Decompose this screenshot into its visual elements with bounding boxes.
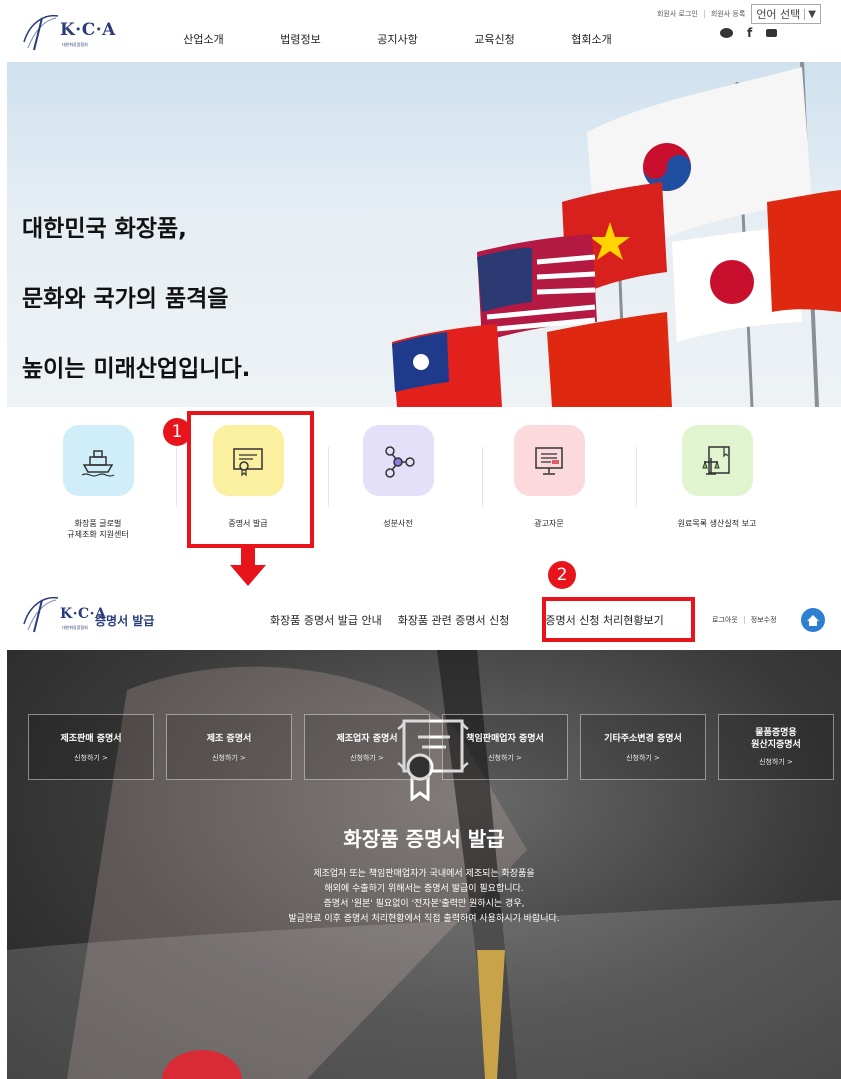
top-header: K·C·A 대한화장품협회 회원사 로그인 회원사 등록 언어 선택 ▼ 산업소… (0, 0, 841, 62)
arrow-down-icon (230, 548, 266, 586)
card-address-change-certificate[interactable]: 기타주소변경 증명서 신청하기 > (580, 714, 706, 780)
monitor-icon (535, 446, 563, 475)
card-apply-link[interactable]: 신청하기 > (305, 753, 429, 763)
quick-menu-tile (681, 425, 753, 496)
member-login-link[interactable]: 회원사 로그인 (657, 9, 698, 19)
quick-menu-tile (362, 425, 434, 496)
quick-menu-label: 광고자문 (534, 519, 564, 528)
nav-item-certificate-apply[interactable]: 화장품 관련 증명서 신청 (398, 612, 510, 628)
main-nav: 산업소개 법령정보 공지사항 교육신청 협회소개 (155, 31, 640, 47)
utility-links: 회원사 로그인 회원사 등록 언어 선택 ▼ (657, 4, 821, 24)
card-manufacture-sale-certificate[interactable]: 제조판매 증명서 신청하기 > (28, 714, 154, 780)
divider (636, 447, 637, 507)
card-title: 물품증명용 원산지증명서 (751, 728, 801, 750)
language-select-label: 언어 선택 (756, 8, 801, 21)
card-responsible-seller-certificate[interactable]: 책임판매업자 증명서 신청하기 > (442, 714, 568, 780)
description-line: 발급완료 이후 증명서 처리현황에서 직접 출력하여 사용하시기 바랍니다. (288, 914, 560, 924)
description-line: 해외에 수출하기 위해서는 증명서 발급이 필요합니다. (324, 884, 524, 894)
nav-item-certificate-guide[interactable]: 화장품 증명서 발급 안내 (270, 612, 382, 628)
card-apply-link[interactable]: 신청하기 > (719, 757, 833, 767)
molecule-icon (385, 445, 415, 478)
divider (743, 616, 745, 624)
card-title: 제조판매 증명서 (60, 734, 122, 744)
card-origin-certificate[interactable]: 물품증명용 원산지증명서 신청하기 > (718, 714, 834, 780)
card-apply-link[interactable]: 신청하기 > (29, 753, 153, 763)
card-title: 책임판매업자 증명서 (466, 734, 544, 744)
card-apply-link[interactable]: 신청하기 > (167, 753, 291, 763)
certificate-banner-description: 제조업자 또는 책임판매업자가 국내에서 제조되는 화장품을 해외에 수출하기 … (7, 867, 841, 927)
edit-profile-link[interactable]: 정보수정 (751, 615, 777, 625)
certificate-site-header: K·C·A 대한화장품협회 증명서 발급 화장품 증명서 발급 안내 화장품 관… (0, 590, 841, 650)
highlight-status-box (542, 597, 695, 642)
nav-item-law[interactable]: 법령정보 (252, 31, 349, 47)
description-line: 제조업자 또는 책임판매업자가 국내에서 제조되는 화장품을 (313, 869, 535, 879)
nav-item-industry[interactable]: 산업소개 (155, 31, 252, 47)
divider (703, 10, 705, 18)
language-select[interactable]: 언어 선택 ▼ (751, 4, 821, 24)
quick-menu-tile (513, 425, 585, 496)
caret-down-icon: ▼ (804, 8, 816, 20)
step-badge-2: 2 (548, 561, 576, 589)
hero-title-line: 문화와 국가의 품격을 (22, 286, 229, 312)
hero-title-line: 높이는 미래산업입니다. (22, 356, 251, 382)
card-apply-link[interactable]: 신청하기 > (581, 753, 705, 763)
highlight-certificate-box (187, 411, 314, 548)
card-manufacture-certificate[interactable]: 제조 증명서 신청하기 > (166, 714, 292, 780)
ship-icon (81, 449, 115, 477)
quick-menu-item-raw-material-report[interactable]: 원료목록 생산실적 보고 (642, 425, 792, 529)
hero-title-line: 대한민국 화장품, (22, 216, 187, 242)
card-apply-link[interactable]: 신청하기 > (443, 753, 567, 763)
kca-swoosh-icon (23, 596, 59, 633)
description-line: 증명서 '원본' 필요없이 '전자본'출력만 원하시는 경우, (323, 899, 525, 909)
account-links: 로그아웃 정보수정 (712, 615, 777, 625)
kca-logo[interactable]: K·C·A 대한화장품협회 (20, 12, 120, 52)
home-icon (807, 614, 819, 626)
quick-menu-label: 화장품 글로벌 규제조화 지원센터 (67, 519, 129, 539)
quick-menu-label: 원료목록 생산실적 보고 (677, 519, 757, 528)
logo-text: K·C·A (60, 20, 116, 40)
book-scale-icon (702, 445, 730, 475)
certificate-banner-title: 화장품 증명서 발급 (343, 827, 505, 851)
member-register-link[interactable]: 회원사 등록 (711, 9, 745, 19)
facebook-icon[interactable]: f (747, 26, 752, 40)
nav-item-notice[interactable]: 공지사항 (349, 31, 446, 47)
logo-subtitle: 대한화장품협회 (62, 42, 88, 47)
quick-menu-tile (62, 425, 134, 496)
quick-menu-label: 성분사전 (383, 519, 413, 528)
certificate-site-title: 증명서 발급 (95, 614, 155, 628)
step-badge-1: 1 (163, 418, 191, 446)
quick-menu-item-global-regulation[interactable]: 화장품 글로벌 규제조화 지원센터 (23, 425, 173, 540)
nav-item-about[interactable]: 협회소개 (543, 31, 640, 47)
quick-menu-item-ad-consulting[interactable]: 광고자문 (474, 425, 624, 529)
nav-item-education[interactable]: 교육신청 (446, 31, 543, 47)
youtube-icon[interactable] (766, 29, 778, 37)
logout-link[interactable]: 로그아웃 (712, 615, 738, 625)
card-title: 제조업자 증명서 (336, 734, 398, 744)
home-button[interactable] (801, 608, 825, 632)
quick-menu: 화장품 글로벌 규제조화 지원센터 증명서 발급 성분사전 광고자문 원료목록 … (0, 407, 841, 552)
card-manufacturer-certificate[interactable]: 제조업자 증명서 신청하기 > (304, 714, 430, 780)
hero-title: 대한민국 화장품, 문화와 국가의 품격을 높이는 미래산업입니다. (22, 177, 250, 407)
social-links: f (720, 26, 778, 40)
card-title: 기타주소변경 증명서 (604, 734, 682, 744)
kca-swoosh-icon (23, 14, 59, 51)
blog-icon[interactable] (720, 28, 733, 38)
quick-menu-item-ingredient-dictionary[interactable]: 성분사전 (323, 425, 473, 529)
logo-subtitle: 대한화장품협회 (62, 625, 88, 630)
card-title: 제조 증명서 (206, 734, 252, 744)
hero-banner: 대한민국 화장품, 문화와 국가의 품격을 높이는 미래산업입니다. (7, 62, 841, 407)
